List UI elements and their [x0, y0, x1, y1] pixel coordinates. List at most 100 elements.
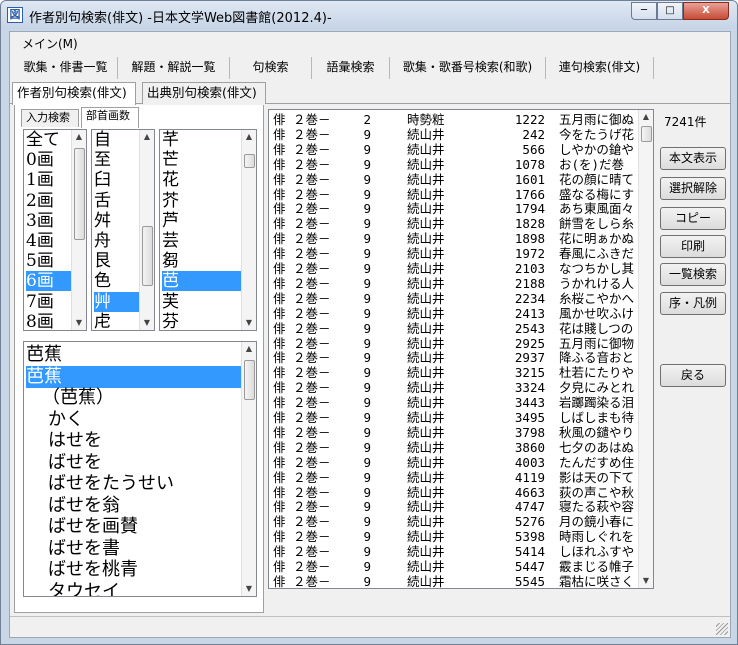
author-item[interactable]: ばせを翁	[26, 495, 241, 517]
nav-waka-number-search[interactable]: 歌集・歌番号検索(和歌)	[390, 57, 546, 79]
radical-item[interactable]: 舟	[94, 231, 139, 251]
resize-grip-icon[interactable]	[716, 623, 728, 635]
stroke-count-item[interactable]: 4画	[26, 231, 71, 251]
radical-item[interactable]: 虍	[94, 312, 139, 330]
stroke-count-item[interactable]: 3画	[26, 211, 71, 231]
radical-item[interactable]: 自	[94, 130, 139, 150]
scroll-up-icon[interactable]: ▲	[639, 110, 653, 124]
print-button[interactable]: 印刷	[660, 235, 726, 258]
scroll-thumb[interactable]	[142, 226, 153, 286]
cell-volume: ２巻－	[293, 350, 331, 366]
radical-item[interactable]: 色	[94, 271, 139, 291]
show-text-button[interactable]: 本文表示	[660, 147, 726, 170]
copy-button[interactable]: コピー	[660, 207, 726, 230]
menu-main[interactable]: メイン(M)	[22, 35, 78, 52]
author-item[interactable]: タウセイ	[26, 581, 241, 597]
kanji-item[interactable]: 芊	[162, 130, 241, 150]
kanji-item[interactable]: 芻	[162, 251, 241, 271]
stroke-count-item[interactable]: 6画	[26, 271, 71, 292]
nav-anthology-list[interactable]: 歌集・俳書一覧	[14, 57, 118, 79]
kanji-item[interactable]: 芦	[162, 211, 241, 231]
cell-number: 9	[363, 126, 371, 142]
author-item[interactable]: 芭蕉	[26, 365, 241, 388]
scroll-thumb[interactable]	[74, 148, 85, 240]
author-item[interactable]: ばせをたうせい	[26, 473, 241, 495]
author-item[interactable]: はせを	[26, 430, 241, 452]
scroll-up-icon[interactable]: ▲	[72, 130, 86, 144]
radical-item[interactable]: 至	[94, 150, 139, 170]
maximize-button[interactable]: □	[657, 2, 683, 20]
stroke-count-item[interactable]: 7画	[26, 292, 71, 312]
cell-volume: ２巻－	[293, 186, 331, 202]
author-item[interactable]: （芭蕉）	[26, 387, 241, 409]
nav-verse-search[interactable]: 句検索	[230, 57, 312, 79]
tab-source-search[interactable]: 出典別句検索(俳文)	[142, 82, 266, 104]
kanji-item[interactable]: 芸	[162, 231, 241, 251]
author-item[interactable]: 芭蕉	[26, 344, 241, 366]
radical-item[interactable]: 艸	[94, 291, 139, 312]
scroll-thumb[interactable]	[641, 126, 652, 142]
minimize-button[interactable]: ─	[631, 2, 657, 20]
kanji-list-scrollbar[interactable]: ▲ ▼	[241, 130, 256, 330]
stroke-count-item[interactable]: 5画	[26, 251, 71, 271]
radical-item[interactable]: 臼	[94, 170, 139, 190]
author-item[interactable]: ばせを桃青	[26, 559, 241, 581]
result-list[interactable]: 俳 ２巻－ 2 時勢粧 1222 五月雨に御ぬ俳 ２巻－ 9 続山井 242 今をたうげ花俳 ２巻－ 9…	[268, 109, 654, 589]
cell-genre: 俳	[273, 112, 286, 127]
radical-item[interactable]: 舌	[94, 191, 139, 211]
scroll-down-icon[interactable]: ▼	[242, 582, 256, 596]
stroke-count-item[interactable]: 全て	[26, 130, 71, 150]
author-list-scrollbar[interactable]: ▲ ▼	[241, 342, 256, 596]
title-bar[interactable]: 図 作者別句検索(俳文) -日本文学Web図書館(2012.4)- ─ □ X	[1, 1, 737, 29]
tab-author-search[interactable]: 作者別句検索(俳文)	[12, 82, 136, 105]
tab-input-search[interactable]: 入力検索	[21, 109, 79, 127]
radical-char-list[interactable]: 自至臼舌舛舟艮色艸虍 ▲ ▼	[91, 129, 155, 331]
kanji-item[interactable]: 芙	[162, 292, 241, 312]
stroke-count-item[interactable]: 0画	[26, 150, 71, 170]
author-item[interactable]: かく	[26, 409, 241, 431]
close-button[interactable]: X	[683, 2, 729, 20]
scroll-up-icon[interactable]: ▲	[140, 130, 154, 144]
kanji-item[interactable]: 芥	[162, 191, 241, 211]
kanji-item[interactable]: 花	[162, 170, 241, 190]
tab-radical-strokes[interactable]: 部首画数	[81, 107, 139, 128]
nav-renku-search[interactable]: 連句検索(俳文)	[546, 57, 654, 79]
cell-verse-text: 風かせ吹ふけ	[559, 305, 635, 321]
stroke-count-item[interactable]: 8画	[26, 312, 71, 330]
kanji-item[interactable]: 芭	[162, 271, 241, 292]
clear-selection-button[interactable]: 選択解除	[660, 177, 726, 200]
cell-verse-text: 餅雪をしら糸	[559, 216, 635, 232]
scroll-up-icon[interactable]: ▲	[242, 130, 256, 144]
scroll-thumb[interactable]	[244, 154, 255, 168]
nav-vocabulary-search[interactable]: 語彙検索	[312, 57, 390, 79]
radical-item[interactable]: 舛	[94, 211, 139, 231]
preface-legend-button[interactable]: 序・凡例	[660, 292, 726, 315]
scroll-thumb[interactable]	[244, 360, 255, 400]
scroll-up-icon[interactable]: ▲	[242, 342, 256, 356]
nav-commentary-list[interactable]: 解題・解説一覧	[118, 57, 230, 79]
author-item[interactable]: ばせを	[26, 452, 241, 474]
cell-verse-text: しやかの鎗や	[559, 141, 634, 157]
scroll-down-icon[interactable]: ▼	[242, 316, 256, 330]
cell-source: 続山井	[407, 246, 445, 262]
cell-verse-text: うかれける人	[559, 275, 635, 291]
result-scrollbar[interactable]: ▲ ▼	[638, 110, 653, 588]
back-button[interactable]: 戻る	[660, 364, 726, 387]
scroll-down-icon[interactable]: ▼	[140, 316, 154, 330]
list-search-button[interactable]: 一覧検索	[660, 263, 726, 286]
scroll-down-icon[interactable]: ▼	[72, 316, 86, 330]
author-name-list[interactable]: 芭蕉 芭蕉 （芭蕉） かく はせを ばせを ばせをたうせい ばせを翁 ばせを画賛 ばせを書 ばせを桃…	[23, 341, 257, 597]
result-row[interactable]: 俳 ２巻－ 9 続山井 5545 霜枯に咲さく	[269, 574, 639, 588]
author-item[interactable]: ばせを書	[26, 538, 241, 560]
stroke-count-item[interactable]: 1画	[26, 170, 71, 190]
stroke-count-list[interactable]: 全て 0画 1画 2画 3画 4画 5画 6画 7画 8画 ▲ ▼	[23, 129, 87, 331]
kanji-char-list[interactable]: 芊芒花芥芦芸芻芭芙芬 ▲ ▼	[159, 129, 257, 331]
kanji-item[interactable]: 芬	[162, 312, 241, 330]
kanji-item[interactable]: 芒	[162, 150, 241, 170]
stroke-count-item[interactable]: 2画	[26, 191, 71, 211]
author-item[interactable]: ばせを画賛	[26, 516, 241, 538]
stroke-list-scrollbar[interactable]: ▲ ▼	[71, 130, 86, 330]
radical-list-scrollbar[interactable]: ▲ ▼	[139, 130, 154, 330]
radical-item[interactable]: 艮	[94, 251, 139, 271]
scroll-down-icon[interactable]: ▼	[639, 574, 653, 588]
